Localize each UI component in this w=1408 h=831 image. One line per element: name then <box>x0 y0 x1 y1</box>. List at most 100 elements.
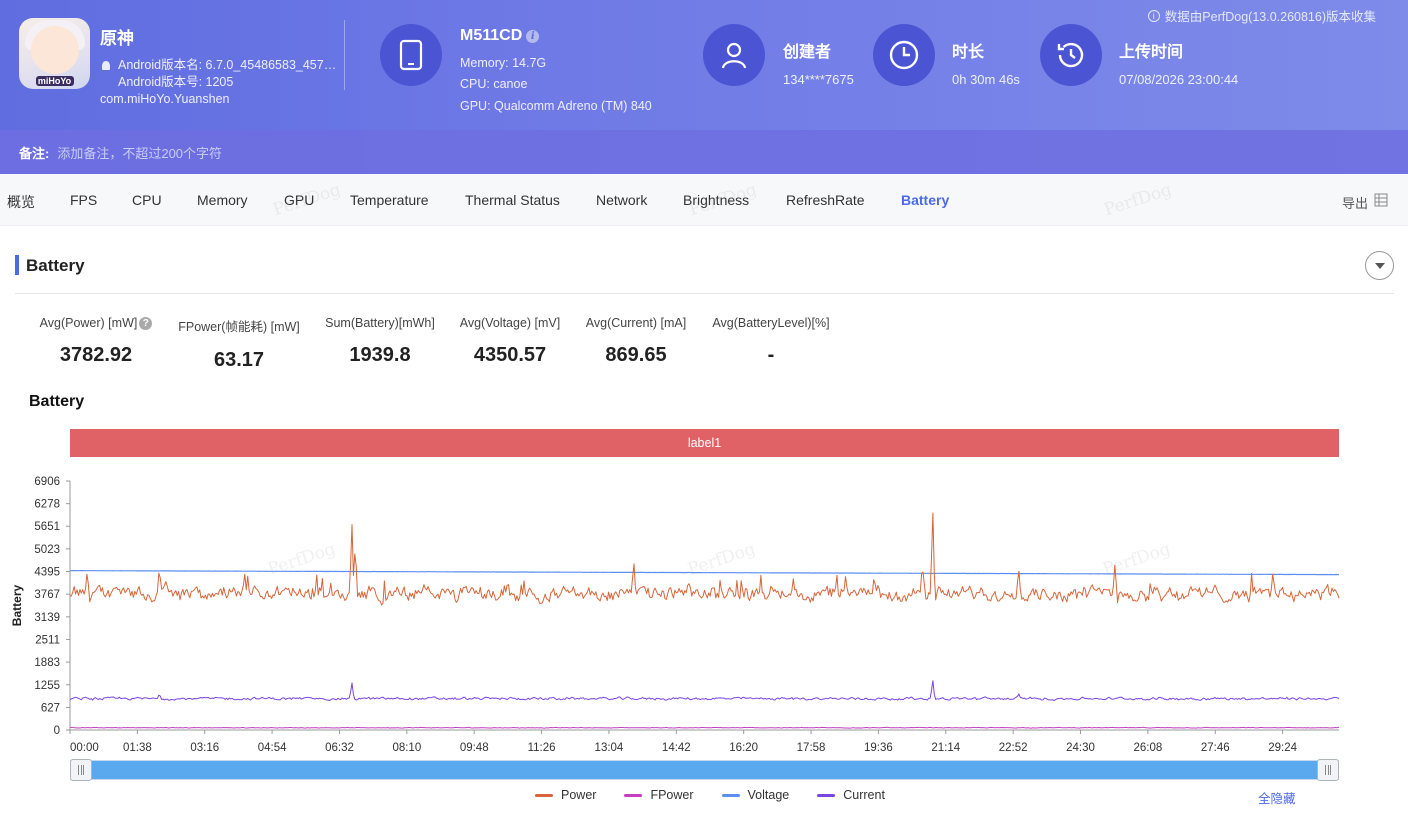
series-line-fpower <box>69 726 1340 729</box>
duration-value: 0h 30m 46s <box>952 72 1020 87</box>
tab-memory[interactable]: Memory <box>197 192 248 208</box>
y-axis-label: Battery <box>10 585 24 627</box>
legend-item-power[interactable]: Power <box>535 788 596 802</box>
legend-label: Power <box>561 788 597 802</box>
legend-swatch <box>721 793 740 797</box>
device-gpu: GPU: Qualcomm Adreno (TM) 840 <box>460 99 652 113</box>
creator-title: 创建者 <box>783 44 832 61</box>
section-divider <box>15 293 1394 294</box>
tab-cpu[interactable]: CPU <box>132 192 162 208</box>
legend-label: FPower <box>650 788 694 802</box>
y-tick-label: 5023 <box>34 544 60 556</box>
tab-network[interactable]: Network <box>596 192 647 208</box>
stat-value: - <box>767 344 775 366</box>
tab-fps[interactable]: FPS <box>70 192 97 208</box>
x-tick-label: 29:24 <box>1268 742 1297 754</box>
stat-avg-voltage: Avg(Voltage) [mV] 4350.57 <box>452 316 568 367</box>
section-accent <box>15 255 19 275</box>
stat-label: Avg(Voltage) [mV] <box>459 316 561 330</box>
legend-item-voltage[interactable]: Voltage <box>721 788 789 802</box>
slider-right-handle[interactable] <box>1317 759 1339 781</box>
tab-temperature[interactable]: Temperature <box>350 192 429 208</box>
x-tick-label: 17:58 <box>797 742 826 754</box>
export-button[interactable]: 导出 <box>1342 193 1368 212</box>
data-source-note: i 数据由PerfDog(13.0.260816)版本收集 <box>1147 6 1376 25</box>
y-tick-label: 2511 <box>35 634 60 646</box>
x-tick-label: 01:38 <box>123 742 152 754</box>
chevron-down-icon <box>1374 262 1385 269</box>
battery-chart[interactable]: 0 627 1255 1883 2511 3139 3767 4395 5023 5651 6278… <box>0 465 1408 760</box>
note-input[interactable]: 添加备注，不超过200个字符 <box>57 143 222 162</box>
y-tick-label: 0 <box>54 725 60 737</box>
help-icon[interactable]: ? <box>139 316 153 330</box>
chart-title: Battery <box>29 393 85 410</box>
chart-legend: Power FPower Voltage Current <box>535 788 885 802</box>
time-range-slider[interactable] <box>70 759 1339 781</box>
stat-label: Avg(BatteryLevel)[%] <box>712 316 830 330</box>
stat-value: 4350.57 <box>473 344 547 366</box>
tab-battery[interactable]: Battery <box>901 192 949 208</box>
note-bar: 备注: 添加备注，不超过200个字符 <box>0 130 1408 174</box>
table-icon[interactable] <box>1374 193 1388 207</box>
tab-gpu[interactable]: GPU <box>284 192 314 208</box>
x-tick-label: 00:00 <box>70 742 99 754</box>
stat-label-text: Avg(Power) [mW] <box>39 316 138 330</box>
y-tick-label: 3139 <box>34 612 60 624</box>
header-divider <box>344 20 345 90</box>
stat-label: Avg(Current) [mA] <box>585 316 687 330</box>
stat-label: Sum(Battery)[mWh] <box>325 316 435 330</box>
y-tick-label: 627 <box>41 702 60 714</box>
x-tick-label: 09:48 <box>460 742 489 754</box>
collapse-button[interactable] <box>1365 251 1394 280</box>
app-name: 原神 <box>100 29 134 48</box>
metric-tabs: 概览 FPS CPU Memory GPU Temperature Therma… <box>0 174 1408 226</box>
stat-value: 869.65 <box>605 344 667 366</box>
hide-all-button[interactable]: 全隐藏 <box>1258 788 1296 807</box>
device-memory: Memory: 14.7G <box>460 56 547 70</box>
chart-label-band[interactable]: label1 <box>70 429 1339 457</box>
user-icon <box>703 24 765 86</box>
tab-overview[interactable]: 概览 <box>7 192 35 212</box>
legend-swatch <box>624 793 643 797</box>
phone-icon <box>380 24 442 86</box>
slider-left-handle[interactable] <box>70 759 92 781</box>
x-tick-label: 11:26 <box>528 742 556 754</box>
y-tick-label: 6278 <box>34 499 60 511</box>
data-source-text: 数据由PerfDog(13.0.260816)版本收集 <box>1164 10 1376 24</box>
device-info-icon[interactable]: i <box>526 29 540 43</box>
legend-swatch <box>535 793 553 797</box>
tab-thermal-status[interactable]: Thermal Status <box>465 192 560 208</box>
x-tick-label: 08:10 <box>392 742 421 754</box>
stat-avg-current: Avg(Current) [mA] 869.65 <box>578 316 694 367</box>
app-package: com.miHoYo.Yuanshen <box>100 92 230 106</box>
app-version-code: Android版本号: 1205 <box>118 75 234 89</box>
stat-fpower: FPower(帧能耗) [mW] 63.17 <box>174 316 304 372</box>
x-tick-label: 24:30 <box>1066 742 1095 754</box>
tab-brightness[interactable]: Brightness <box>683 192 749 208</box>
y-tick-label: 1255 <box>34 680 60 692</box>
device-name: M511CD i <box>460 27 540 45</box>
x-tick-label: 21:14 <box>931 742 960 754</box>
stat-value: 63.17 <box>213 349 265 371</box>
legend-swatch <box>817 793 836 797</box>
x-tick-label: 14:42 <box>662 742 691 754</box>
upload-title: 上传时间 <box>1119 44 1184 61</box>
tab-refreshrate[interactable]: RefreshRate <box>786 192 865 208</box>
x-tick-label: 19:36 <box>864 742 893 754</box>
x-tick-label: 13:04 <box>595 742 624 754</box>
duration-title: 时长 <box>952 44 985 61</box>
creator-value: 134****7675 <box>783 72 854 87</box>
x-tick-label: 06:32 <box>325 742 354 754</box>
series-line-current <box>69 680 1340 701</box>
legend-label: Current <box>843 788 885 802</box>
clock-icon <box>873 24 935 86</box>
chart-watermark: PerfDog <box>685 539 758 580</box>
device-cpu: CPU: canoe <box>460 77 528 91</box>
stat-value: 1939.8 <box>349 344 411 366</box>
legend-item-current[interactable]: Current <box>817 788 885 802</box>
legend-item-fpower[interactable]: FPower <box>624 788 694 802</box>
report-header: i 数据由PerfDog(13.0.260816)版本收集 miHoYo 原神 … <box>0 0 1408 174</box>
android-icon <box>102 61 110 70</box>
app-icon: miHoYo <box>19 18 90 89</box>
section-title: Battery <box>26 256 85 275</box>
